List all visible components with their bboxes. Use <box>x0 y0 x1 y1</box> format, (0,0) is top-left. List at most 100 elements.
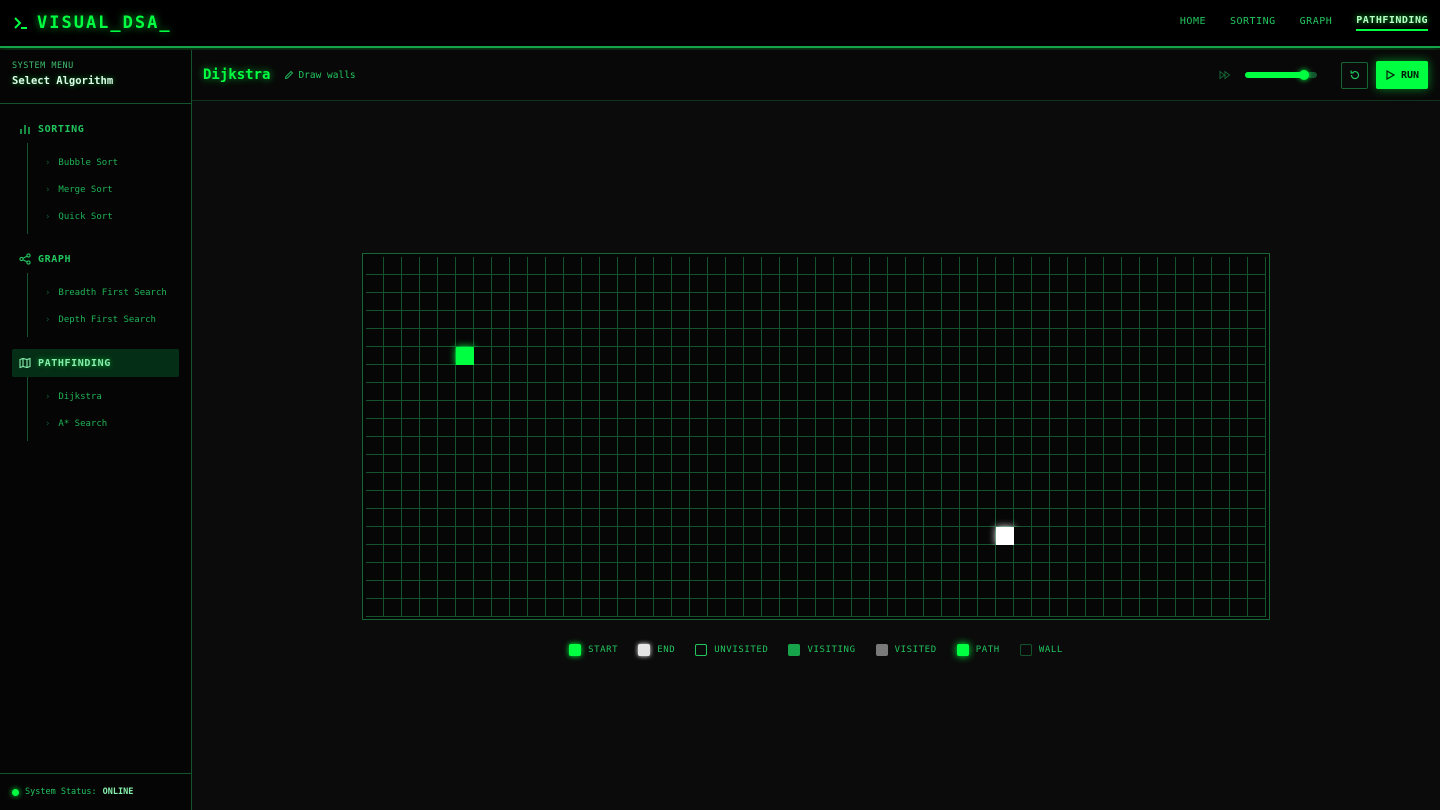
grid-cell[interactable] <box>1086 455 1104 473</box>
grid-cell[interactable] <box>924 293 942 311</box>
grid-cell[interactable] <box>996 311 1014 329</box>
grid-cell[interactable] <box>618 275 636 293</box>
grid-cell[interactable] <box>438 599 456 617</box>
grid-cell[interactable] <box>888 293 906 311</box>
grid-cell[interactable] <box>690 581 708 599</box>
grid-cell[interactable] <box>744 293 762 311</box>
grid-cell[interactable] <box>942 473 960 491</box>
grid-cell[interactable] <box>1050 257 1068 275</box>
grid-cell[interactable] <box>492 329 510 347</box>
grid-cell[interactable] <box>672 293 690 311</box>
grid-cell[interactable] <box>942 311 960 329</box>
grid-cell[interactable] <box>528 509 546 527</box>
grid-cell[interactable] <box>510 473 528 491</box>
grid-cell[interactable] <box>726 293 744 311</box>
grid-cell[interactable] <box>942 581 960 599</box>
grid-cell[interactable] <box>798 257 816 275</box>
grid-cell[interactable] <box>1068 275 1086 293</box>
grid-cell[interactable] <box>636 581 654 599</box>
grid-cell[interactable] <box>1230 527 1248 545</box>
nav-home[interactable]: HOME <box>1180 16 1206 30</box>
grid-cell[interactable] <box>456 437 474 455</box>
grid-cell[interactable] <box>474 563 492 581</box>
grid-cell[interactable] <box>474 437 492 455</box>
grid-cell[interactable] <box>672 563 690 581</box>
grid-cell[interactable] <box>834 545 852 563</box>
grid-cell[interactable] <box>528 455 546 473</box>
grid-cell[interactable] <box>1032 455 1050 473</box>
grid-cell[interactable] <box>564 419 582 437</box>
grid-cell[interactable] <box>1050 455 1068 473</box>
grid-cell[interactable] <box>816 257 834 275</box>
grid-cell[interactable] <box>546 599 564 617</box>
grid-cell[interactable] <box>1194 293 1212 311</box>
grid-cell[interactable] <box>852 545 870 563</box>
grid-cell[interactable] <box>1176 401 1194 419</box>
grid-cell[interactable] <box>474 455 492 473</box>
grid-cell[interactable] <box>582 581 600 599</box>
grid-cell[interactable] <box>1176 383 1194 401</box>
grid-cell[interactable] <box>1068 563 1086 581</box>
grid-cell[interactable] <box>744 329 762 347</box>
sidebar-item-dfs[interactable]: › Depth First Search <box>28 306 179 333</box>
grid-cell[interactable] <box>924 491 942 509</box>
grid-cell[interactable] <box>834 419 852 437</box>
grid-cell[interactable] <box>1140 365 1158 383</box>
grid-cell[interactable] <box>1230 437 1248 455</box>
grid-cell[interactable] <box>564 401 582 419</box>
grid-cell[interactable] <box>1212 365 1230 383</box>
grid-cell[interactable] <box>402 275 420 293</box>
grid-cell[interactable] <box>618 509 636 527</box>
grid-cell[interactable] <box>834 275 852 293</box>
grid-cell[interactable] <box>1158 257 1176 275</box>
grid-cell[interactable] <box>906 491 924 509</box>
grid-cell[interactable] <box>402 599 420 617</box>
grid-cell[interactable] <box>888 473 906 491</box>
grid-cell[interactable] <box>708 347 726 365</box>
grid-cell[interactable] <box>1230 257 1248 275</box>
grid-cell[interactable] <box>870 437 888 455</box>
grid-cell[interactable] <box>366 491 384 509</box>
grid-cell[interactable] <box>1086 491 1104 509</box>
grid-cell[interactable] <box>726 347 744 365</box>
grid-cell[interactable] <box>1248 419 1266 437</box>
grid-cell[interactable] <box>384 365 402 383</box>
grid-cell[interactable] <box>402 473 420 491</box>
grid-cell[interactable] <box>672 383 690 401</box>
grid-cell[interactable] <box>546 347 564 365</box>
grid-cell[interactable] <box>906 437 924 455</box>
grid-cell[interactable] <box>960 455 978 473</box>
grid-cell[interactable] <box>1248 311 1266 329</box>
grid-cell[interactable] <box>1032 383 1050 401</box>
grid-cell[interactable] <box>690 257 708 275</box>
grid-cell[interactable] <box>528 437 546 455</box>
grid-cell[interactable] <box>1050 311 1068 329</box>
grid-cell[interactable] <box>618 365 636 383</box>
grid-cell[interactable] <box>744 365 762 383</box>
grid-cell[interactable] <box>582 419 600 437</box>
grid-cell[interactable] <box>1248 563 1266 581</box>
grid-cell[interactable] <box>1194 581 1212 599</box>
grid-cell[interactable] <box>1194 329 1212 347</box>
grid-cell[interactable] <box>438 491 456 509</box>
grid-cell[interactable] <box>366 437 384 455</box>
grid-cell[interactable] <box>438 347 456 365</box>
grid-cell[interactable] <box>564 293 582 311</box>
grid-cell[interactable] <box>1050 293 1068 311</box>
grid-cell[interactable] <box>600 545 618 563</box>
grid-cell[interactable] <box>654 473 672 491</box>
grid-cell[interactable] <box>798 401 816 419</box>
grid-cell[interactable] <box>978 329 996 347</box>
grid-cell[interactable] <box>942 329 960 347</box>
grid-cell[interactable] <box>1140 275 1158 293</box>
grid-cell[interactable] <box>402 527 420 545</box>
grid-cell[interactable] <box>582 545 600 563</box>
grid-cell[interactable] <box>690 311 708 329</box>
grid-cell[interactable] <box>1212 455 1230 473</box>
grid-cell[interactable] <box>1122 491 1140 509</box>
grid-cell[interactable] <box>942 599 960 617</box>
grid-cell[interactable] <box>1194 257 1212 275</box>
grid-cell[interactable] <box>1176 437 1194 455</box>
grid-cell[interactable] <box>366 563 384 581</box>
grid-cell[interactable] <box>1068 257 1086 275</box>
